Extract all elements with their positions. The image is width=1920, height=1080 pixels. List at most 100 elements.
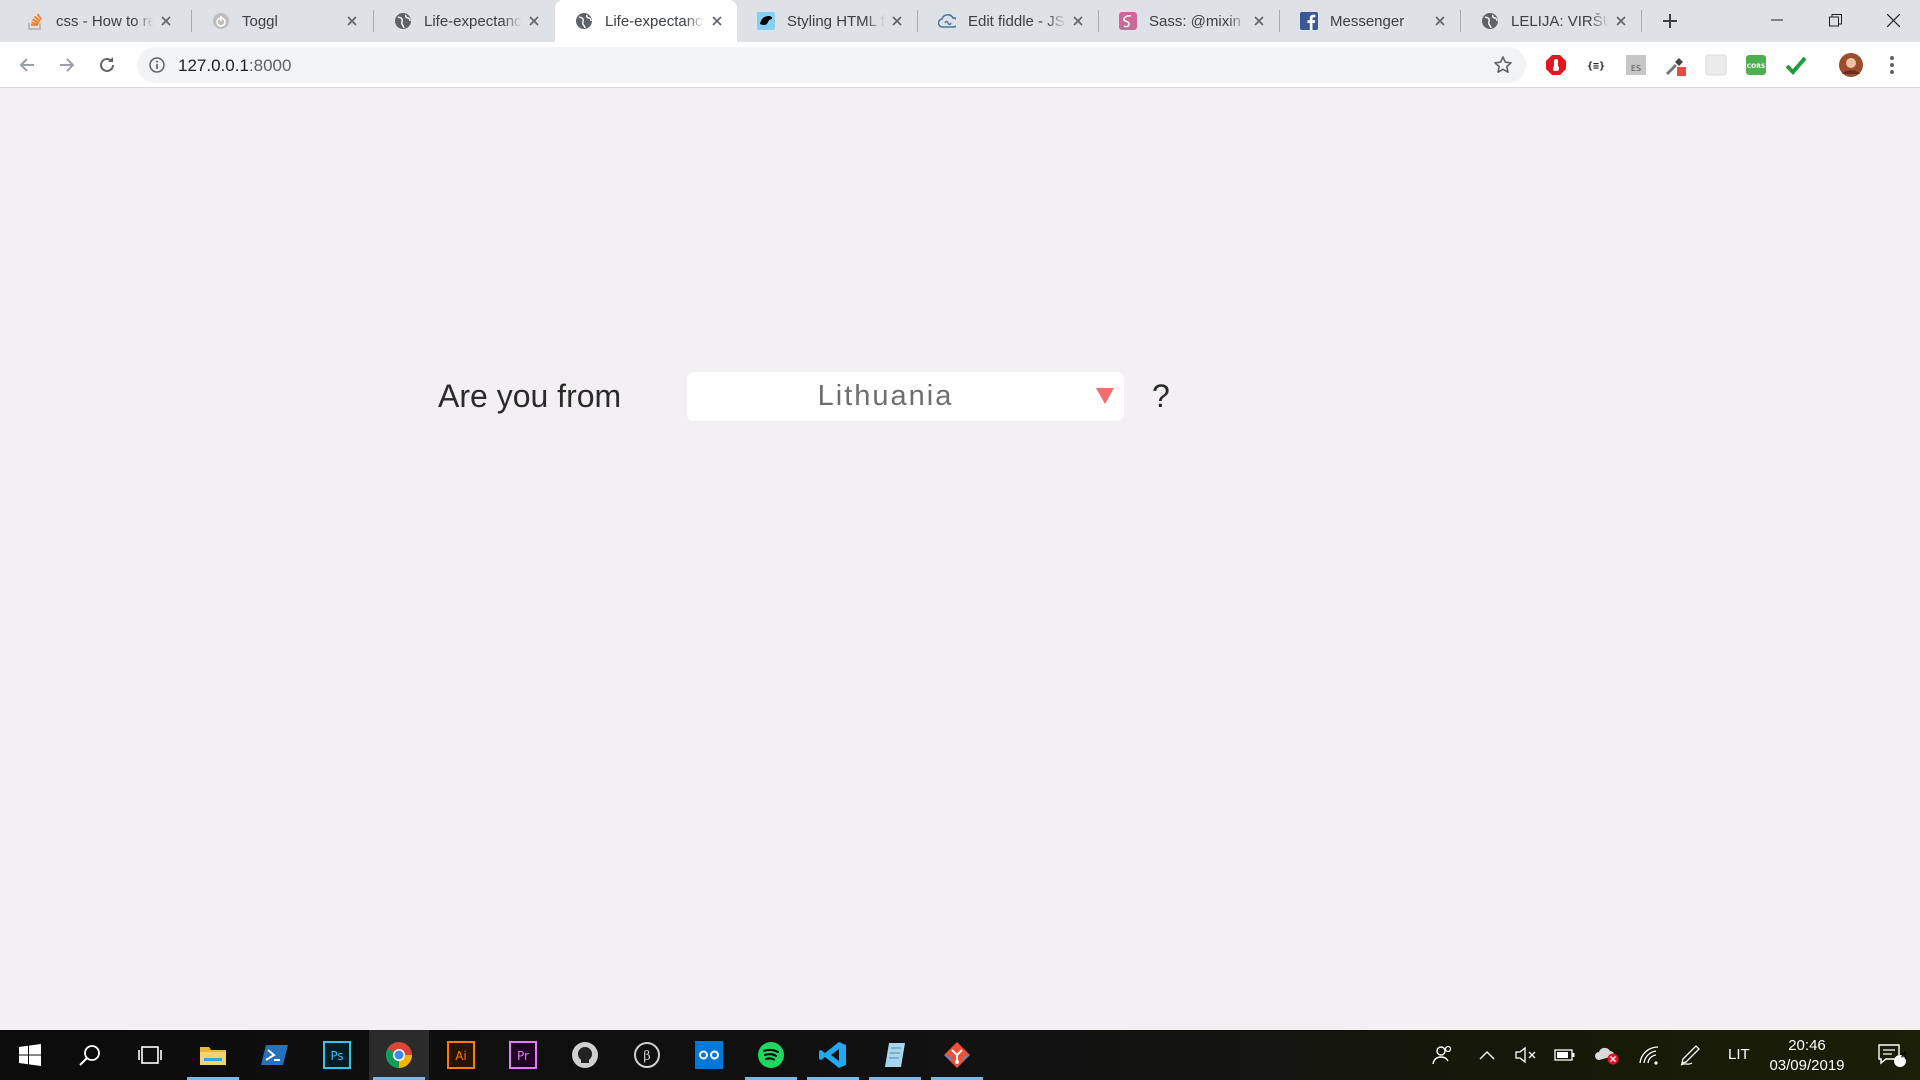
- close-icon[interactable]: [1609, 9, 1633, 33]
- adblock-extension-icon[interactable]: [1544, 53, 1568, 77]
- close-icon[interactable]: [705, 9, 729, 33]
- search-button[interactable]: [60, 1030, 120, 1080]
- svg-text:CORS: CORS: [1747, 63, 1765, 70]
- close-window-button[interactable]: [1864, 0, 1920, 40]
- bookmark-star-icon[interactable]: [1492, 54, 1514, 76]
- show-hidden-icons-button[interactable]: [1474, 1030, 1500, 1080]
- windows-logo-icon: [19, 1044, 41, 1066]
- tab-1[interactable]: Toggl: [192, 0, 372, 42]
- minimize-button[interactable]: [1748, 0, 1806, 40]
- battery-button[interactable]: [1550, 1030, 1580, 1080]
- notepad-button[interactable]: [865, 1030, 925, 1080]
- tab-title: Life-expectancy: [605, 12, 705, 30]
- battery-icon: [1554, 1049, 1575, 1061]
- folder-icon: [200, 1047, 226, 1065]
- people-icon: [1432, 1045, 1452, 1065]
- tab-title: Life-expectancy: [424, 12, 522, 30]
- close-icon[interactable]: [1428, 9, 1452, 33]
- cors-extension-icon[interactable]: CORS: [1744, 53, 1768, 77]
- svg-text:Pr: Pr: [517, 1049, 529, 1063]
- close-icon[interactable]: [154, 9, 178, 33]
- back-button[interactable]: [11, 49, 43, 81]
- notepad-icon: [885, 1043, 905, 1067]
- spotify-button[interactable]: [741, 1030, 801, 1080]
- tab-strip: css - How to re Toggl Life-expectancy Li…: [0, 0, 1920, 42]
- tab-0[interactable]: css - How to re: [6, 0, 186, 42]
- onedrive-button[interactable]: [1590, 1030, 1624, 1080]
- reload-icon: [100, 57, 114, 72]
- tab-3-active[interactable]: Life-expectancy: [555, 0, 737, 42]
- tab-8[interactable]: LELIJA: VIRŠUTI: [1461, 0, 1641, 42]
- profile-avatar[interactable]: [1838, 52, 1864, 78]
- search-icon: [79, 1045, 100, 1066]
- svg-text:β: β: [643, 1049, 651, 1064]
- blank-extension-icon[interactable]: [1704, 53, 1728, 77]
- powershell-icon: [261, 1045, 288, 1065]
- vscode-button[interactable]: [803, 1030, 863, 1080]
- clock[interactable]: 20:46 03/09/2019: [1762, 1036, 1852, 1076]
- input-language-indicator[interactable]: LIT: [1728, 1046, 1750, 1063]
- photoshop-button[interactable]: Ps: [307, 1030, 367, 1080]
- dropdown-arrow-icon: [1096, 388, 1114, 404]
- eyedropper-extension-icon[interactable]: [1664, 53, 1688, 77]
- es-extension-icon[interactable]: ES: [1624, 53, 1648, 77]
- pycharm-icon: β: [634, 1042, 660, 1068]
- question-mark: ?: [1152, 378, 1170, 414]
- wifi-button[interactable]: [1634, 1030, 1664, 1080]
- close-icon[interactable]: [885, 9, 909, 33]
- volume-button[interactable]: [1512, 1030, 1540, 1080]
- tab-6[interactable]: Sass: @mixin an: [1099, 0, 1279, 42]
- pen-icon: [1680, 1045, 1700, 1066]
- action-center-button[interactable]: 4: [1864, 1030, 1920, 1080]
- chevron-up-icon: [1479, 1051, 1495, 1060]
- pycharm-button[interactable]: β: [617, 1030, 677, 1080]
- chrome-button[interactable]: [369, 1030, 429, 1080]
- reload-button[interactable]: [91, 49, 123, 81]
- info-icon[interactable]: [147, 55, 167, 75]
- clock-date: 03/09/2019: [1769, 1057, 1845, 1074]
- url-host: 127.0.0.1: [178, 56, 249, 75]
- windows-taskbar: Ps Ai Pr β LIT 20:46 03/09/2019 4: [0, 1030, 1920, 1080]
- spotify-icon: [758, 1042, 784, 1068]
- new-tab-button[interactable]: [1656, 7, 1684, 35]
- stackoverflow-icon: [26, 12, 44, 30]
- tab-2[interactable]: Life-expectancy: [374, 0, 554, 42]
- illustrator-button[interactable]: Ai: [431, 1030, 491, 1080]
- close-icon[interactable]: [1247, 9, 1271, 33]
- github-icon: [572, 1042, 598, 1068]
- forward-button[interactable]: [51, 49, 83, 81]
- close-icon[interactable]: [1066, 9, 1090, 33]
- photoshop-icon: Ps: [323, 1041, 351, 1069]
- menu-kebab-icon[interactable]: [1880, 53, 1904, 77]
- address-bar[interactable]: 127.0.0.1:8000: [137, 47, 1526, 83]
- tab-title: Toggl: [242, 12, 278, 30]
- restore-button[interactable]: [1806, 0, 1864, 40]
- clock-time: 20:46: [1788, 1037, 1826, 1054]
- json-viewer-extension-icon[interactable]: {≡}: [1584, 53, 1608, 77]
- powershell-button[interactable]: [245, 1030, 305, 1080]
- close-icon[interactable]: [522, 9, 546, 33]
- country-select[interactable]: Lithuania: [687, 372, 1124, 421]
- task-view-button[interactable]: [120, 1030, 180, 1080]
- arduino-button[interactable]: [679, 1030, 739, 1080]
- tab-4[interactable]: Styling HTML fo: [737, 0, 917, 42]
- close-icon: [1886, 13, 1900, 27]
- sass-icon: [1119, 12, 1137, 30]
- git-button[interactable]: [927, 1030, 987, 1080]
- tab-title: Messenger: [1330, 12, 1405, 30]
- pen-workspace-button[interactable]: [1674, 1030, 1708, 1080]
- plus-icon: [1663, 14, 1677, 28]
- tab-5[interactable]: Edit fiddle - JSF: [918, 0, 1098, 42]
- github-desktop-button[interactable]: [555, 1030, 615, 1080]
- checkmark-extension-icon[interactable]: [1784, 53, 1808, 77]
- file-explorer-button[interactable]: [183, 1030, 243, 1080]
- tab-title: Styling HTML fo: [787, 12, 885, 30]
- start-button[interactable]: [0, 1030, 60, 1080]
- arrow-left-icon: [19, 58, 34, 72]
- close-icon[interactable]: [340, 9, 364, 33]
- tab-7[interactable]: Messenger: [1280, 0, 1460, 42]
- people-button[interactable]: [1424, 1030, 1460, 1080]
- premiere-button[interactable]: Pr: [493, 1030, 553, 1080]
- volume-muted-icon: [1515, 1046, 1536, 1064]
- illustrator-icon: Ai: [447, 1041, 475, 1069]
